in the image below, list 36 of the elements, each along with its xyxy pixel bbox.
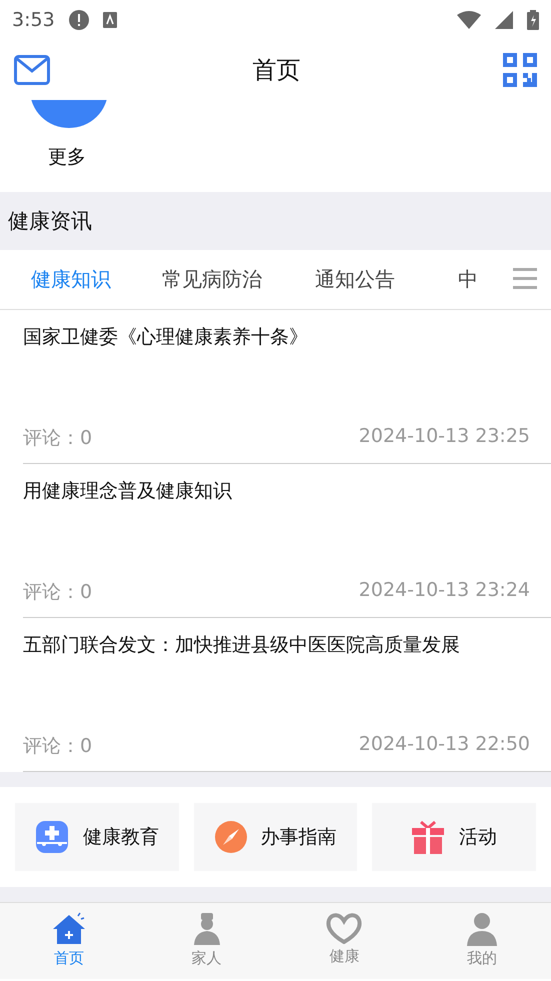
signal-icon xyxy=(495,11,513,29)
article-title[interactable]: 五部门联合发文：加快推进县级中医医院高质量发展 xyxy=(23,632,530,658)
menu-icon[interactable] xyxy=(513,268,537,290)
shortcut-button[interactable]: 健康教育 xyxy=(15,803,179,871)
home-icon xyxy=(50,912,87,946)
wifi-icon xyxy=(457,11,481,29)
article-title[interactable]: 用健康理念普及健康知识 xyxy=(23,478,530,504)
nav-tab[interactable]: 首页 xyxy=(0,903,138,979)
status-time: 3:53 xyxy=(12,9,55,31)
mail-icon[interactable] xyxy=(14,55,50,85)
category-tab[interactable]: 中 xyxy=(458,266,478,293)
shortcut-button[interactable]: 活动 xyxy=(372,803,536,871)
article-time: 2024-10-13 22:50 xyxy=(358,733,530,757)
alert-icon xyxy=(68,10,89,30)
shortcut-button[interactable]: 办事指南 xyxy=(194,803,358,871)
heart-icon xyxy=(326,912,362,944)
section-title: 健康资讯 xyxy=(0,192,551,250)
category-tab[interactable]: 健康知识 xyxy=(31,266,111,293)
article-time: 2024-10-13 23:24 xyxy=(358,579,530,603)
category-tab[interactable]: 常见病防治 xyxy=(162,266,262,293)
nurse-icon xyxy=(192,912,221,946)
more-label[interactable]: 更多 xyxy=(48,144,86,170)
person-icon xyxy=(466,912,498,946)
keyboard-icon xyxy=(102,12,117,28)
medical-kit-icon xyxy=(34,820,69,854)
comment-count: 评论：0 xyxy=(23,734,92,759)
article-title[interactable]: 国家卫健委《心理健康素养十条》 xyxy=(23,324,530,350)
qr-code-icon[interactable] xyxy=(503,53,537,87)
article-time: 2024-10-13 23:25 xyxy=(358,425,530,449)
page-title: 首页 xyxy=(252,55,300,86)
gift-icon xyxy=(411,820,446,854)
category-tab[interactable]: 通知公告 xyxy=(315,266,395,293)
comment-count: 评论：0 xyxy=(23,580,92,605)
comment-count: 评论：0 xyxy=(23,426,92,451)
battery-icon xyxy=(527,10,539,30)
compass-icon xyxy=(214,821,246,853)
